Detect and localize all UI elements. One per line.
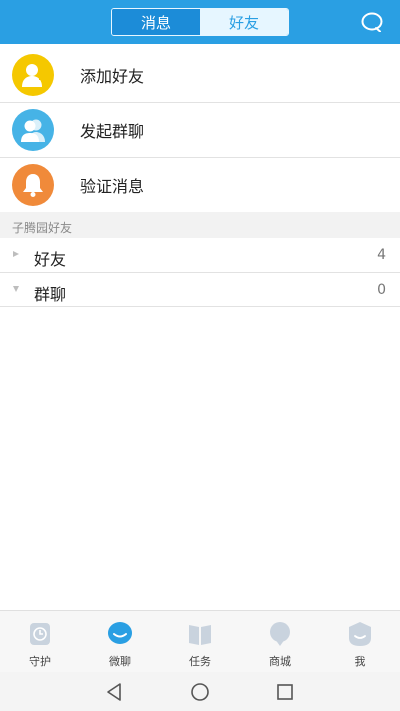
- group-chat-icon: [12, 109, 54, 151]
- search-icon[interactable]: [361, 12, 383, 32]
- section-title: 子腾园好友: [12, 221, 73, 235]
- add-friend-label: 添加好友: [80, 67, 145, 86]
- group-chat-label: 发起群聊: [80, 122, 145, 141]
- tab-messages[interactable]: 消息: [112, 9, 200, 35]
- tab-label: 守护: [29, 655, 51, 668]
- verify-message-label: 验证消息: [80, 177, 145, 196]
- add-friend-row[interactable]: 添加好友: [0, 48, 400, 102]
- tab-label: 商城: [269, 655, 291, 668]
- collapse-arrow-icon: [13, 251, 19, 257]
- tab-chat[interactable]: 微聊: [80, 611, 160, 672]
- group-name: 好友: [34, 250, 67, 269]
- bottom-tab-bar: 守护 微聊 任务 商城 我: [0, 610, 400, 672]
- clock-icon: [30, 623, 50, 645]
- tab-tasks[interactable]: 任务: [160, 611, 240, 672]
- group-count: 0: [377, 282, 386, 298]
- divider: [0, 306, 400, 307]
- chat-bubble-icon: [108, 622, 132, 644]
- group-row-friends[interactable]: 好友 4: [0, 238, 400, 272]
- top-bar: 消息 好友: [0, 0, 400, 44]
- tab-me[interactable]: 我: [320, 611, 400, 672]
- recents-icon[interactable]: [274, 681, 296, 703]
- tab-friends[interactable]: 好友: [200, 9, 288, 35]
- group-chat-row[interactable]: 发起群聊: [0, 103, 400, 157]
- system-nav-bar: [0, 672, 400, 711]
- group-count: 4: [377, 247, 386, 263]
- add-friend-icon: [12, 54, 54, 96]
- home-icon[interactable]: [189, 681, 211, 703]
- verify-message-row[interactable]: 验证消息: [0, 158, 400, 212]
- book-icon: [189, 625, 211, 645]
- back-icon[interactable]: [104, 681, 126, 703]
- location-pin-icon: [270, 622, 290, 646]
- tab-label: 微聊: [109, 655, 131, 668]
- collapse-arrow-icon: [13, 286, 19, 292]
- tab-label: 任务: [189, 655, 211, 668]
- group-row-groups[interactable]: 群聊 0: [0, 273, 400, 307]
- tab-shop[interactable]: 商城: [240, 611, 320, 672]
- segment-control: 消息 好友: [111, 8, 289, 36]
- group-name: 群聊: [34, 285, 67, 304]
- tab-guard[interactable]: 守护: [0, 611, 80, 672]
- section-header: 子腾园好友: [0, 212, 400, 238]
- tab-label: 我: [354, 655, 366, 668]
- bell-icon: [12, 164, 54, 206]
- face-icon: [349, 622, 371, 646]
